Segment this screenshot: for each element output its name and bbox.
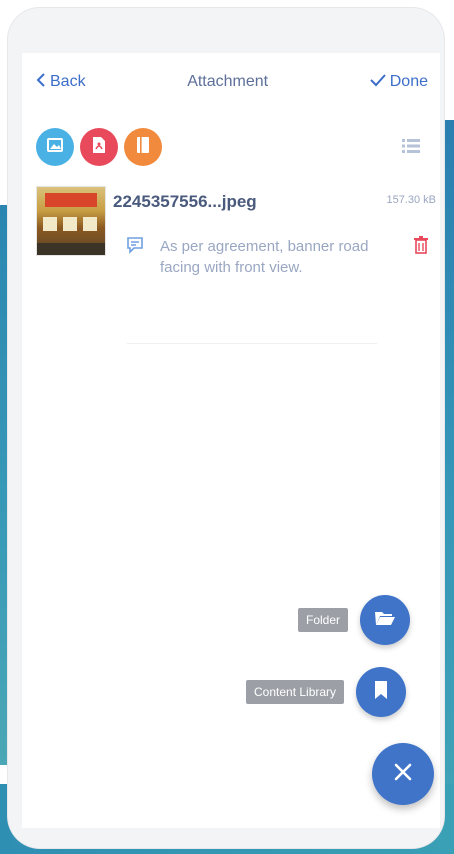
- pdf-icon: [91, 136, 107, 159]
- phone-frame: Back Attachment Done 2245357556...jpeg 1…: [8, 8, 444, 848]
- check-icon: [370, 73, 386, 92]
- close-icon: [393, 762, 413, 787]
- bookmark-icon: [374, 680, 388, 705]
- attachment-item[interactable]: 2245357556...jpeg 157.30 kB As per agree…: [36, 186, 436, 326]
- content-library-label[interactable]: Content Library: [246, 680, 345, 704]
- done-label: Done: [389, 73, 428, 90]
- pdf-attach-button[interactable]: [80, 128, 118, 166]
- attachment-filename: 2245357556...jpeg: [113, 192, 257, 211]
- attachment-thumbnail[interactable]: [36, 186, 106, 256]
- document-attach-button[interactable]: [124, 128, 162, 166]
- list-view-icon[interactable]: [402, 139, 420, 153]
- document-icon: [136, 136, 150, 159]
- close-fab-button[interactable]: [372, 743, 434, 805]
- divider: [127, 343, 377, 344]
- image-icon: [47, 137, 63, 157]
- page-title: Attachment: [187, 73, 269, 90]
- back-button[interactable]: Back: [36, 72, 86, 92]
- comment-icon[interactable]: [126, 236, 144, 254]
- done-button[interactable]: Done: [370, 73, 428, 92]
- chevron-left-icon: [36, 72, 46, 92]
- content-library-action[interactable]: Content Library: [246, 667, 407, 717]
- folder-open-icon: [374, 609, 396, 632]
- header-bar: Back Attachment Done: [22, 53, 440, 111]
- image-attach-button[interactable]: [36, 128, 74, 166]
- folder-label[interactable]: Folder: [298, 608, 349, 632]
- app-screen: Back Attachment Done 2245357556...jpeg 1…: [22, 53, 440, 828]
- back-label: Back: [50, 73, 86, 90]
- folder-action[interactable]: Folder: [298, 595, 411, 645]
- attachment-type-row: [36, 128, 162, 166]
- folder-button[interactable]: [360, 595, 411, 645]
- attachment-caption[interactable]: As per agreement, banner road facing wit…: [160, 236, 390, 278]
- delete-icon[interactable]: [414, 236, 428, 254]
- content-library-button[interactable]: [356, 667, 407, 717]
- attachment-filesize: 157.30 kB: [386, 194, 436, 206]
